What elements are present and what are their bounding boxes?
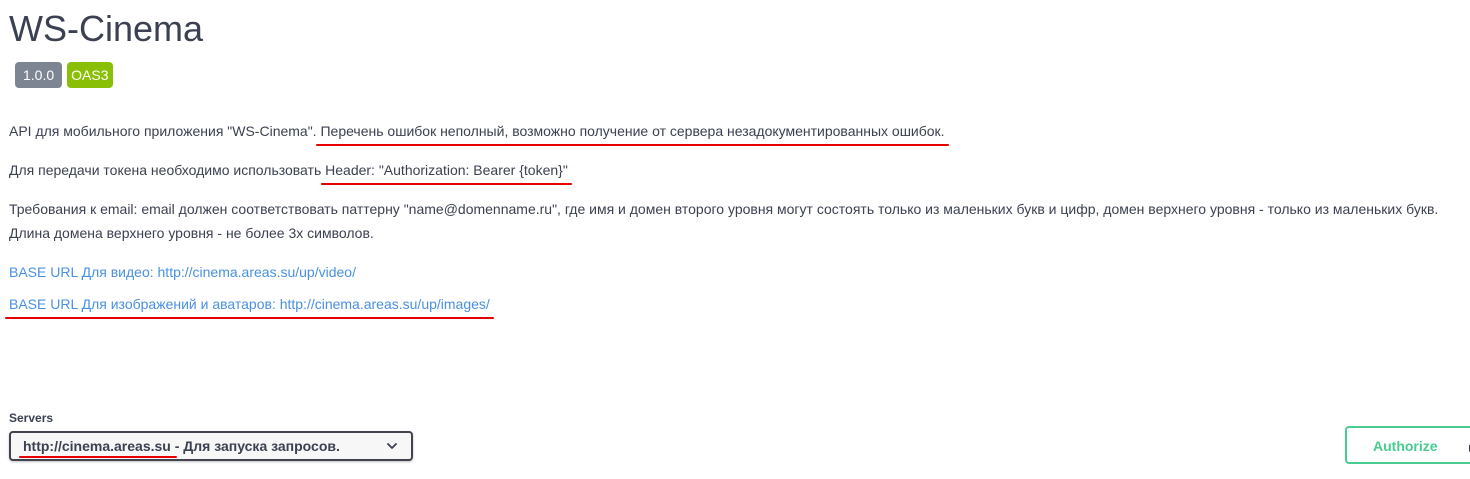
- oas-badge: OAS3: [67, 62, 113, 88]
- description-text: Для передачи токена необходимо использов…: [9, 162, 326, 178]
- page-title: WS-Cinema: [9, 8, 204, 49]
- server-description: - Для запуска запросов.: [170, 438, 340, 454]
- authorize-button[interactable]: Authorize: [1345, 426, 1470, 464]
- servers-label: Servers: [9, 411, 54, 425]
- images-base-url-link[interactable]: BASE URL Для изображений и аватаров: htt…: [5, 292, 494, 319]
- badge-group: 1.0.0 OAS3: [15, 62, 113, 88]
- servers-select[interactable]: http://cinema.areas.su - Для запуска зап…: [9, 431, 413, 461]
- description-paragraph-4: BASE URL Для видео: http://cinema.areas.…: [9, 260, 356, 284]
- version-badge: 1.0.0: [15, 62, 63, 88]
- authorize-label: Authorize: [1373, 438, 1438, 454]
- highlighted-text: Перечень ошибок неполный, возможно получ…: [316, 119, 949, 146]
- description-paragraph-5: BASE URL Для изображений и аватаров: htt…: [5, 292, 494, 319]
- server-url: http://cinema.areas.su: [19, 438, 177, 458]
- description-paragraph-2: Для передачи токена необходимо использов…: [9, 158, 572, 185]
- video-base-url-link[interactable]: BASE URL Для видео: http://cinema.areas.…: [9, 264, 356, 280]
- description-text: API для мобильного приложения "WS-Cinema…: [9, 123, 321, 139]
- description-paragraph-1: API для мобильного приложения "WS-Cinema…: [9, 119, 949, 146]
- highlighted-text: Header: "Authorization: Bearer {token}": [321, 158, 572, 185]
- description-paragraph-3: Требования к email: email должен соответ…: [9, 201, 1439, 241]
- chevron-down-icon: [387, 443, 397, 449]
